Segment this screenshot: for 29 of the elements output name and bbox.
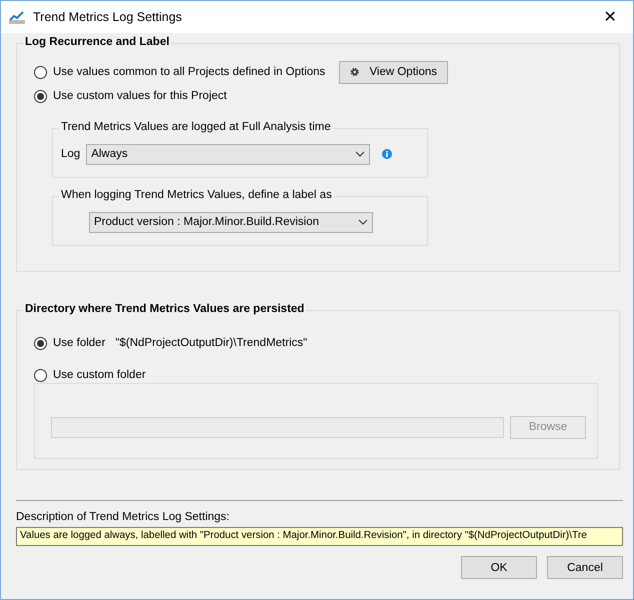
view-options-button[interactable]: View Options bbox=[339, 60, 448, 84]
group-title: Trend Metrics Values are logged at Full Analysis time bbox=[59, 121, 333, 133]
cancel-button[interactable]: Cancel bbox=[547, 556, 623, 579]
close-button[interactable]: ✕ bbox=[595, 3, 625, 31]
folder-path: "$(NdProjectOutputDir)\TrendMetrics" bbox=[115, 337, 308, 349]
label-dropdown[interactable]: Product version : Major.Minor.Build.Revision bbox=[89, 212, 373, 232]
description-field: Values are logged always, labelled with "Product version : Major.Minor.Build.Revision", in directory "$(NdProjectOutputDir)\Tre bbox=[16, 527, 623, 546]
description-label: Description of Trend Metrics Log Settings: bbox=[16, 511, 230, 523]
option-label: Use folder bbox=[53, 337, 106, 349]
folder-path-field[interactable] bbox=[51, 416, 504, 438]
option-label: Use custom values for this Project bbox=[53, 90, 227, 102]
log-label: Log bbox=[61, 148, 80, 160]
ok-button[interactable]: OK bbox=[461, 556, 537, 579]
radio-button[interactable] bbox=[34, 368, 47, 382]
gear-icon bbox=[350, 65, 360, 79]
radio-button[interactable] bbox=[34, 90, 47, 102]
chevron-down-icon bbox=[358, 219, 368, 225]
chart-icon bbox=[9, 10, 25, 24]
chevron-down-icon bbox=[355, 151, 366, 157]
group-title: Log Recurrence and Label bbox=[23, 36, 172, 48]
radio-button[interactable] bbox=[34, 336, 47, 350]
radio-button[interactable] bbox=[34, 66, 47, 78]
group-title: Directory where Trend Metrics Values are persisted bbox=[23, 303, 306, 315]
option-label: Use values common to all Projects defined in Options bbox=[53, 66, 326, 78]
info-icon bbox=[382, 149, 392, 159]
window-title: Trend Metrics Log Settings bbox=[33, 10, 183, 24]
log-dropdown[interactable]: Always bbox=[86, 144, 370, 164]
group-title: When logging Trend Metrics Values, define a label as bbox=[59, 189, 334, 201]
option-label: Use custom folder bbox=[53, 369, 146, 381]
